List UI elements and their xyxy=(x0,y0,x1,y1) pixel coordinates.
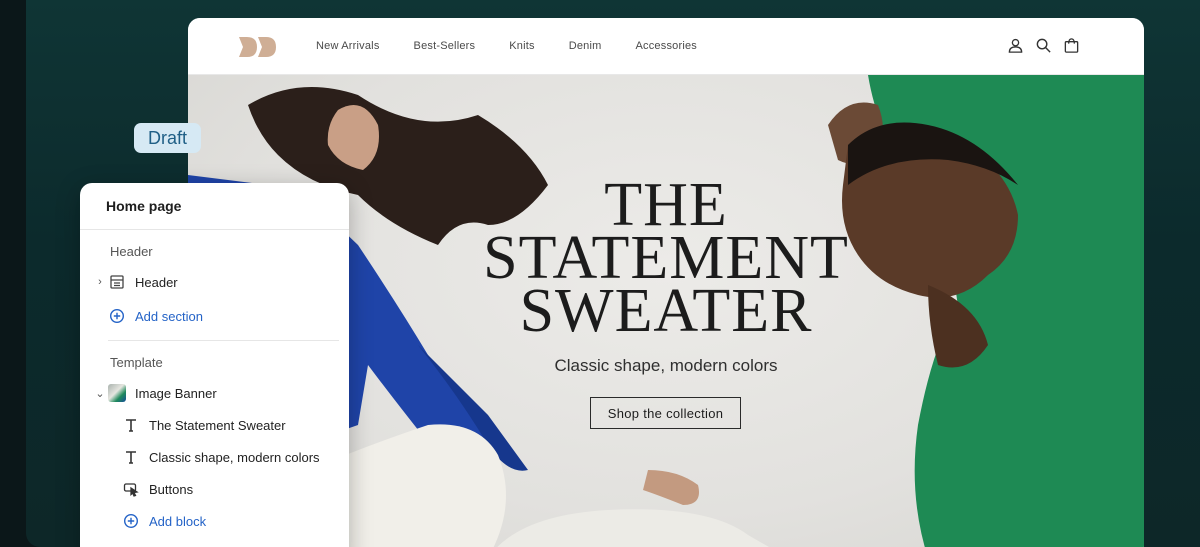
block-row-subtitle[interactable]: Classic shape, modern colors xyxy=(120,445,339,469)
add-block-label: Add block xyxy=(149,513,207,529)
template-group-label: Template xyxy=(110,355,163,370)
block-label-subtitle: Classic shape, modern colors xyxy=(149,449,320,465)
section-label-header: Header xyxy=(135,274,178,290)
store-logo[interactable] xyxy=(238,36,278,58)
hero-title-line-3: SWEATER xyxy=(519,277,813,345)
header-group-label: Header xyxy=(110,244,153,259)
cart-icon[interactable] xyxy=(1063,37,1080,54)
panel-title: Home page xyxy=(106,198,182,214)
section-row-image-banner[interactable]: ⌄ Image Banner xyxy=(94,381,339,405)
account-icon[interactable] xyxy=(1007,37,1024,54)
nav-link-denim[interactable]: Denim xyxy=(569,40,602,52)
section-label-image-banner: Image Banner xyxy=(135,385,217,401)
nav-link-accessories[interactable]: Accessories xyxy=(636,40,698,52)
block-row-statement-sweater[interactable]: The Statement Sweater xyxy=(120,413,339,437)
nav-link-new-arrivals[interactable]: New Arrivals xyxy=(316,40,380,52)
plus-circle-icon xyxy=(123,513,139,529)
header-layout-icon xyxy=(110,275,124,289)
add-section-label: Add section xyxy=(135,308,203,324)
section-divider xyxy=(108,340,339,341)
nav-link-knits[interactable]: Knits xyxy=(509,40,534,52)
nav-link-best-sellers[interactable]: Best-Sellers xyxy=(414,40,476,52)
editor-panel: Home page Header › Header Add section Te… xyxy=(80,183,349,547)
add-block-button[interactable]: Add block xyxy=(120,509,339,533)
search-icon[interactable] xyxy=(1035,37,1052,54)
block-label-buttons: Buttons xyxy=(149,481,194,497)
plus-circle-icon xyxy=(109,308,125,324)
store-header: New Arrivals Best-Sellers Knits Denim Ac… xyxy=(188,18,1144,75)
block-row-buttons[interactable]: Buttons xyxy=(120,477,339,501)
chevron-right-icon[interactable]: › xyxy=(94,276,106,288)
store-nav: New Arrivals Best-Sellers Knits Denim Ac… xyxy=(316,40,731,52)
shop-collection-button[interactable]: Shop the collection xyxy=(590,397,741,429)
text-icon xyxy=(126,419,136,432)
button-cursor-icon xyxy=(123,483,139,497)
chevron-down-icon[interactable]: ⌄ xyxy=(94,387,106,400)
add-section-button[interactable]: Add section xyxy=(94,304,339,328)
image-banner-thumbnail xyxy=(108,384,126,402)
hero-subtitle: Classic shape, modern colors xyxy=(554,356,778,375)
block-label-statement-sweater: The Statement Sweater xyxy=(149,417,286,433)
section-row-header[interactable]: › Header xyxy=(94,270,339,294)
header-icons xyxy=(1007,37,1080,54)
text-icon xyxy=(126,451,136,464)
draft-badge: Draft xyxy=(134,123,201,153)
panel-divider xyxy=(80,229,349,230)
